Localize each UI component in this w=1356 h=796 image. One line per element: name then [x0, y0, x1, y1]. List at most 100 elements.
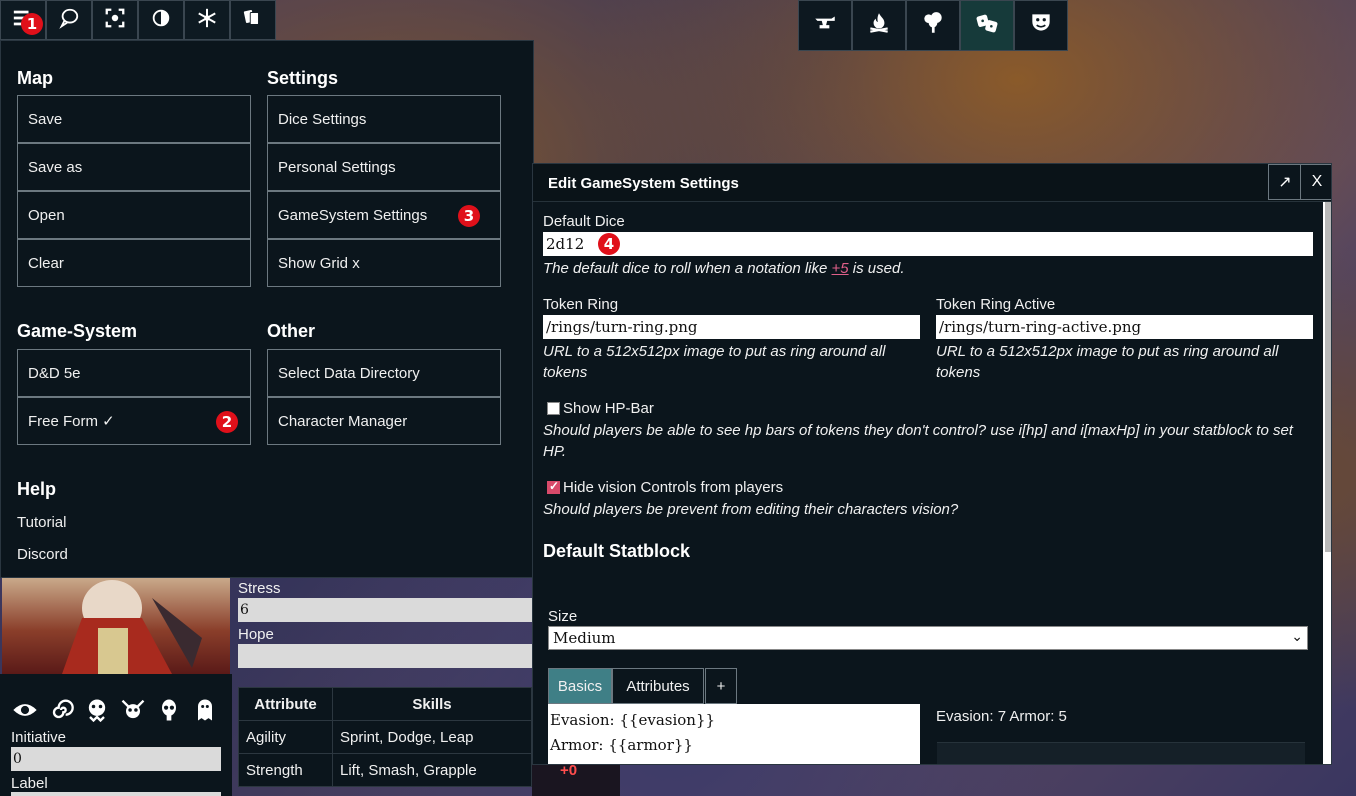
- skills-cell: Sprint, Dodge, Leap: [332, 720, 532, 754]
- creature-icon[interactable]: [82, 695, 112, 725]
- snowflake-icon: [196, 7, 218, 34]
- tree-button[interactable]: [906, 0, 960, 51]
- template-line: Evasion: {{evasion}}: [550, 711, 716, 729]
- default-dice-value: 2d12: [546, 235, 585, 253]
- default-statblock-heading: Default Statblock: [543, 541, 691, 561]
- expand-button[interactable]: ↗: [1268, 164, 1302, 200]
- masks-button[interactable]: [1014, 0, 1068, 51]
- chat-button[interactable]: [46, 0, 92, 40]
- menu-select-data-directory-button[interactable]: Select Data Directory: [267, 349, 501, 397]
- dice-button[interactable]: [960, 0, 1014, 51]
- menu-character-manager-button[interactable]: Character Manager: [267, 397, 501, 445]
- chat-icon: [58, 7, 80, 34]
- menu-show-grid-button[interactable]: Show Grid x: [267, 239, 501, 287]
- step-badge-1: 1: [21, 13, 43, 35]
- preview-table: [937, 742, 1305, 764]
- focus-button[interactable]: [92, 0, 138, 40]
- cards-icon: [242, 7, 264, 34]
- step-badge-4: 4: [598, 233, 620, 255]
- menu-clear-button[interactable]: Clear: [17, 239, 251, 287]
- main-menu: Map Save Save as Open Clear Settings Dic…: [0, 40, 534, 578]
- show-hp-label: Show HP-Bar: [563, 400, 654, 417]
- skills-cell: Lift, Smash, Grapple: [332, 753, 532, 787]
- attribute-cell: Strength: [238, 753, 333, 787]
- skull-icon[interactable]: [154, 695, 184, 725]
- settings-heading: Settings: [267, 68, 339, 88]
- menu-open-button[interactable]: Open: [17, 191, 251, 239]
- token-ring-help: URL to a 512x512px image to put as ring …: [543, 343, 886, 381]
- table-row: Agility Sprint, Dodge, Leap: [238, 720, 532, 754]
- ghost-icon[interactable]: [190, 695, 220, 725]
- default-dice-input[interactable]: 2d12: [543, 232, 1313, 256]
- menu-tutorial-link[interactable]: Tutorial: [17, 514, 66, 531]
- campfire-button[interactable]: [852, 0, 906, 51]
- show-hp-checkbox[interactable]: [547, 402, 560, 415]
- spiral-icon[interactable]: [46, 695, 76, 725]
- add-tab-button[interactable]: +: [705, 668, 737, 704]
- help-text: The default dice to roll when a notation…: [543, 260, 832, 277]
- tab-basics[interactable]: Basics: [548, 668, 612, 704]
- label-input[interactable]: [11, 792, 221, 796]
- default-dice-help: The default dice to roll when a notation…: [543, 258, 905, 279]
- map-heading: Map: [17, 68, 53, 88]
- menu-save-as-button[interactable]: Save as: [17, 143, 251, 191]
- default-dice-label: Default Dice: [543, 213, 625, 230]
- hope-input[interactable]: [238, 644, 532, 668]
- menu-dice-settings-button[interactable]: Dice Settings: [267, 95, 501, 143]
- initiative-label: Initiative: [11, 729, 67, 746]
- eye-icon[interactable]: [10, 695, 40, 725]
- main-toolbar: 1: [0, 0, 276, 40]
- menu-dnd5e-button[interactable]: D&D 5e: [17, 349, 251, 397]
- token-icon-row: [10, 695, 220, 725]
- menu-free-form-label: Free Form ✓: [28, 413, 115, 430]
- campfire-icon: [866, 10, 892, 41]
- hide-vision-label: Hide vision Controls from players: [563, 479, 784, 496]
- size-label: Size: [548, 608, 578, 625]
- help-heading: Help: [17, 479, 57, 499]
- dialog-title: Edit GameSystem Settings: [548, 175, 739, 192]
- cards-button[interactable]: [230, 0, 276, 40]
- token-ring-active-label: Token Ring Active: [936, 296, 1056, 313]
- attribute-table: Attribute Skills Agility Sprint, Dodge, …: [238, 687, 532, 787]
- hide-vision-help: Should players be prevent from editing t…: [543, 501, 959, 518]
- menu-free-form-button[interactable]: Free Form ✓ 2: [17, 397, 251, 445]
- contrast-icon: [150, 7, 172, 34]
- stress-input[interactable]: 6: [238, 598, 532, 622]
- dialog-scrollbar[interactable]: [1323, 202, 1331, 764]
- label-label: Label: [11, 775, 48, 792]
- dice-icon: [974, 10, 1000, 41]
- menu-save-button[interactable]: Save: [17, 95, 251, 143]
- gamesystem-settings-dialog: Edit GameSystem Settings ↗ X Default Dic…: [532, 163, 1332, 765]
- attribute-cell: Agility: [238, 720, 333, 754]
- token-ring-input[interactable]: /rings/turn-ring.png: [543, 315, 920, 339]
- tab-attributes[interactable]: Attributes: [612, 668, 704, 704]
- table-row: Strength Lift, Smash, Grapple: [238, 753, 532, 787]
- tree-icon: [920, 10, 946, 41]
- menu-discord-link[interactable]: Discord: [17, 546, 68, 563]
- token-ring-label: Token Ring: [543, 296, 619, 313]
- token-ring-active-help: URL to a 512x512px image to put as ring …: [936, 343, 1279, 381]
- statblock-preview: Evasion: 7 Armor: 5: [936, 708, 1067, 725]
- scene-toolbar: [798, 0, 1068, 51]
- close-button[interactable]: X: [1300, 164, 1331, 200]
- menu-personal-settings-button[interactable]: Personal Settings: [267, 143, 501, 191]
- size-select[interactable]: Medium ⌄: [548, 626, 1308, 650]
- focus-icon: [104, 7, 126, 34]
- scrollbar-thumb[interactable]: [1325, 202, 1331, 552]
- step-badge-2: 2: [216, 411, 238, 433]
- snowflake-button[interactable]: [184, 0, 230, 40]
- dice-notation-link[interactable]: +5: [832, 260, 849, 277]
- menu-gamesystem-settings-label: GameSystem Settings: [278, 206, 428, 224]
- masks-icon: [1028, 10, 1054, 41]
- template-line: Armor: {{armor}}: [550, 736, 693, 754]
- hide-vision-checkbox[interactable]: [547, 479, 560, 494]
- anvil-button[interactable]: [798, 0, 852, 51]
- dialog-titlebar[interactable]: Edit GameSystem Settings: [533, 164, 1331, 202]
- contrast-button[interactable]: [138, 0, 184, 40]
- horned-skull-icon[interactable]: [118, 695, 148, 725]
- initiative-input[interactable]: 0: [11, 747, 221, 771]
- statblock-template-textarea[interactable]: Evasion: {{evasion}} Armor: {{armor}}: [548, 704, 920, 764]
- menu-gamesystem-settings-button[interactable]: GameSystem Settings 3: [267, 191, 501, 239]
- token-ring-active-input[interactable]: /rings/turn-ring-active.png: [936, 315, 1313, 339]
- menu-button[interactable]: 1: [0, 0, 46, 40]
